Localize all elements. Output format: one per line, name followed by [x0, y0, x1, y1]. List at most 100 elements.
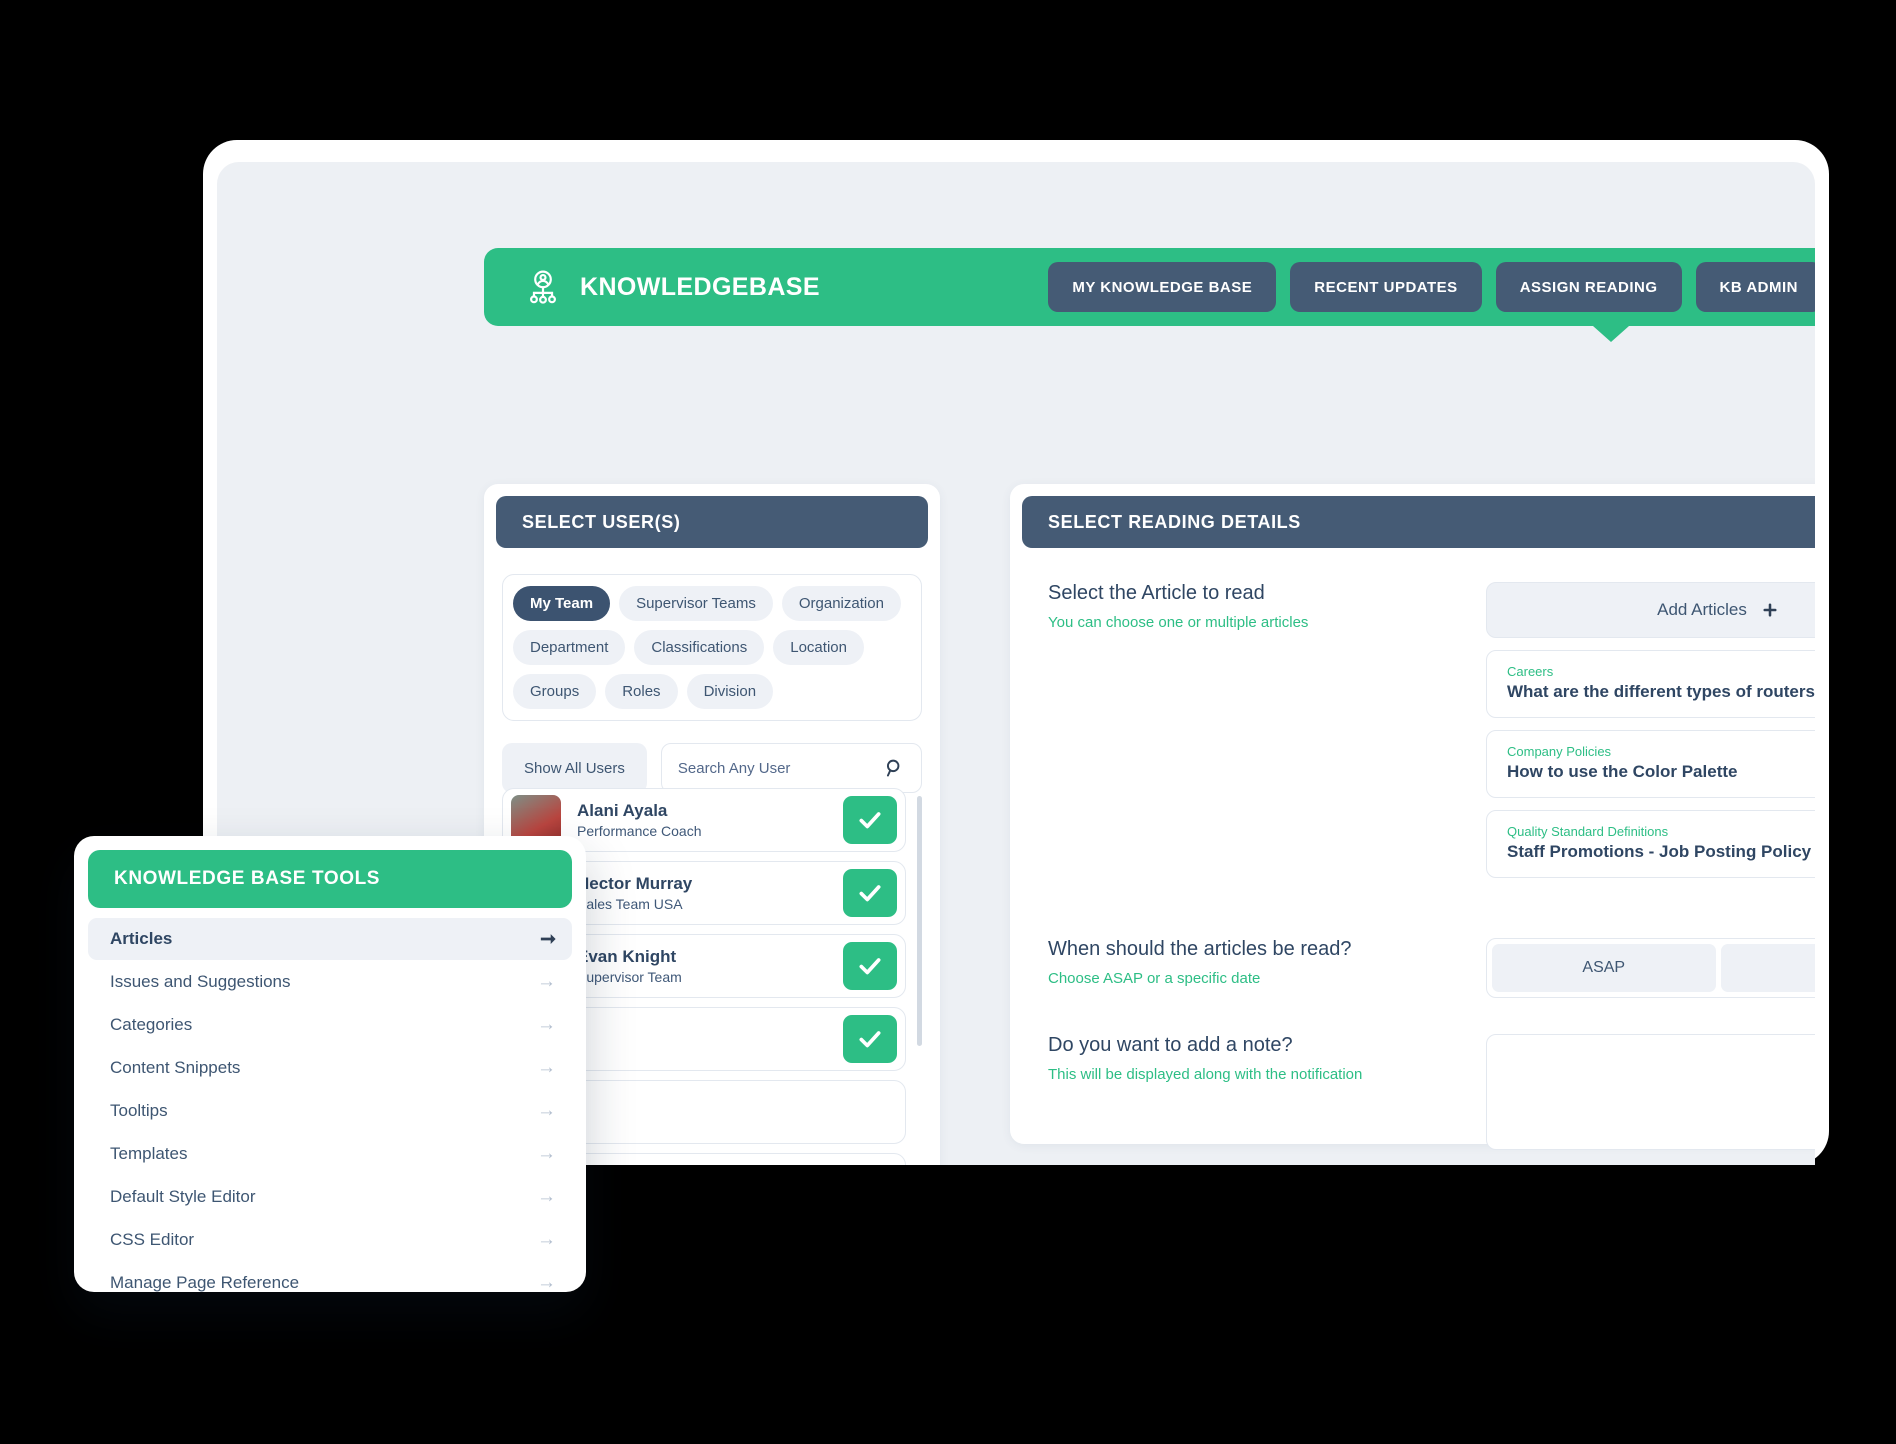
- tools-item-label: Templates: [110, 1144, 188, 1163]
- tools-item-templates[interactable]: Templates →: [88, 1133, 572, 1175]
- org-network-icon: [530, 270, 556, 304]
- brand: KNOWLEDGEBASE: [524, 268, 820, 306]
- note-textarea[interactable]: [1486, 1034, 1815, 1150]
- note-hint: This will be displayed along with the no…: [1048, 1066, 1363, 1083]
- user-list-scrollbar[interactable]: [917, 796, 922, 1165]
- chip-roles[interactable]: Roles: [605, 674, 678, 709]
- arrow-right-icon: →: [537, 1186, 556, 1207]
- chip-groups[interactable]: Groups: [513, 674, 597, 709]
- article-question: Select the Article to read: [1048, 582, 1265, 604]
- note-section: Do you want to add a note? This will be …: [1010, 998, 1815, 1155]
- article-section: Select the Article to read You can choos…: [1010, 548, 1815, 878]
- chip-classifications[interactable]: Classifications: [634, 630, 765, 665]
- user-select-checkbox[interactable]: [843, 869, 897, 917]
- schedule-date-button[interactable]: Date: [1720, 944, 1815, 992]
- chip-supervisor-teams[interactable]: Supervisor Teams: [619, 586, 773, 621]
- user-select-checkbox[interactable]: [843, 1015, 897, 1063]
- tools-item-categories[interactable]: Categories →: [88, 1004, 572, 1046]
- schedule-toggle-group: ASAP Date: [1486, 938, 1815, 998]
- user-filter-chips: My Team Supervisor Teams Organization De…: [502, 574, 922, 721]
- tools-item-content-snippets[interactable]: Content Snippets →: [88, 1047, 572, 1089]
- nav-my-knowledge-base[interactable]: MY KNOWLEDGE BASE: [1048, 262, 1277, 312]
- add-articles-button[interactable]: Add Articles: [1486, 582, 1815, 638]
- note-controls-col: [1486, 1034, 1815, 1155]
- reading-details-panel: SELECT READING DETAILS Select the Articl…: [1010, 484, 1815, 1150]
- tools-item-manage-page-reference[interactable]: Manage Page Reference →: [88, 1262, 572, 1304]
- when-section: When should the articles be read? Choose…: [1010, 878, 1815, 998]
- tools-list: Articles ➞ Issues and Suggestions → Cate…: [88, 918, 572, 1304]
- article-text: Quality Standard Definitions Staff Promo…: [1507, 824, 1811, 864]
- article-text: Company Policies How to use the Color Pa…: [1507, 744, 1737, 784]
- article-category: Careers: [1507, 664, 1554, 680]
- user-name: Alani Ayala: [577, 801, 668, 821]
- tools-item-label: Default Style Editor: [110, 1187, 256, 1206]
- search-input[interactable]: [677, 759, 884, 777]
- chip-location[interactable]: Location: [773, 630, 864, 665]
- main-nav: MY KNOWLEDGE BASE RECENT UPDATES ASSIGN …: [1048, 262, 1815, 312]
- scrollbar-thumb[interactable]: [917, 796, 922, 1046]
- article-category: Company Policies: [1507, 744, 1612, 760]
- schedule-asap-button[interactable]: ASAP: [1492, 944, 1716, 992]
- article-title: How to use the Color Palette: [1507, 761, 1738, 781]
- tools-item-issues-and-suggestions[interactable]: Issues and Suggestions →: [88, 961, 572, 1003]
- arrow-right-icon: →: [537, 1100, 556, 1121]
- article-item[interactable]: Quality Standard Definitions Staff Promo…: [1486, 810, 1815, 878]
- user-name: Evan Knight: [577, 947, 677, 967]
- knowledge-base-tools-card: KNOWLEDGE BASE TOOLS Articles ➞ Issues a…: [74, 836, 586, 1293]
- chip-my-team[interactable]: My Team: [513, 586, 611, 621]
- tools-card-title: KNOWLEDGE BASE TOOLS: [88, 850, 572, 908]
- arrow-right-icon: →: [537, 1229, 556, 1250]
- chip-division[interactable]: Division: [686, 674, 774, 709]
- nav-kb-admin[interactable]: KB ADMIN: [1695, 262, 1815, 312]
- chip-department[interactable]: Department: [513, 630, 626, 665]
- nav-assign-reading[interactable]: ASSIGN READING: [1495, 262, 1682, 312]
- add-articles-label: Add Articles: [1657, 600, 1747, 619]
- tools-item-label: Articles: [110, 929, 173, 948]
- article-controls-col: Add Articles Careers What are the differ…: [1486, 582, 1815, 878]
- tools-item-articles[interactable]: Articles ➞: [88, 918, 572, 960]
- when-hint: Choose ASAP or a specific date: [1048, 970, 1261, 987]
- tools-item-label: Content Snippets: [110, 1058, 241, 1077]
- article-question-col: Select the Article to read You can choos…: [1048, 582, 1486, 878]
- plus-icon: [1763, 603, 1777, 617]
- when-controls-col: ASAP Date: [1486, 938, 1815, 998]
- check-icon: [859, 958, 881, 975]
- brand-title: KNOWLEDGEBASE: [580, 272, 820, 301]
- search-icon: [886, 759, 900, 776]
- user-role: Performance Coach: [577, 822, 702, 839]
- select-users-title: SELECT USER(S): [496, 496, 928, 548]
- user-name: Hector Murray: [577, 874, 693, 894]
- arrow-right-icon: →: [537, 1057, 556, 1078]
- article-text: Careers What are the different types of …: [1507, 664, 1815, 704]
- note-question-col: Do you want to add a note? This will be …: [1048, 1034, 1486, 1155]
- article-item[interactable]: Company Policies How to use the Color Pa…: [1486, 730, 1815, 798]
- tools-item-tooltips[interactable]: Tooltips →: [88, 1090, 572, 1132]
- arrow-right-icon: →: [537, 1143, 556, 1164]
- check-icon: [859, 1031, 881, 1048]
- nav-recent-updates[interactable]: RECENT UPDATES: [1290, 262, 1482, 312]
- user-select-checkbox[interactable]: [843, 942, 897, 990]
- note-question: Do you want to add a note?: [1048, 1034, 1293, 1056]
- check-icon: [859, 812, 881, 829]
- article-category: Quality Standard Definitions: [1507, 824, 1669, 840]
- when-question: When should the articles be read?: [1048, 938, 1352, 960]
- user-role: Supervisor Team: [577, 968, 682, 985]
- user-meta: Alani Ayala Performance Coach: [577, 800, 843, 839]
- tools-item-label: Manage Page Reference: [110, 1273, 300, 1292]
- search-box[interactable]: [660, 743, 922, 793]
- user-meta: Hector Murray Sales Team USA: [577, 873, 843, 912]
- arrow-right-icon: →: [537, 1272, 556, 1293]
- article-title: Staff Promotions - Job Posting Policy: [1507, 841, 1812, 861]
- tools-item-css-editor[interactable]: CSS Editor →: [88, 1219, 572, 1261]
- chip-organization[interactable]: Organization: [781, 586, 901, 621]
- when-question-col: When should the articles be read? Choose…: [1048, 938, 1486, 998]
- article-item[interactable]: Careers What are the different types of …: [1486, 650, 1815, 718]
- tools-item-default-style-editor[interactable]: Default Style Editor →: [88, 1176, 572, 1218]
- user-role: Sales Team USA: [577, 895, 683, 912]
- article-hint: You can choose one or multiple articles: [1048, 614, 1309, 631]
- article-title: What are the different types of routers: [1507, 681, 1815, 701]
- active-tab-pointer: [1593, 326, 1629, 342]
- user-meta: Evan Knight Supervisor Team: [577, 946, 843, 985]
- show-all-users-button[interactable]: Show All Users: [502, 743, 647, 793]
- user-select-checkbox[interactable]: [843, 796, 897, 844]
